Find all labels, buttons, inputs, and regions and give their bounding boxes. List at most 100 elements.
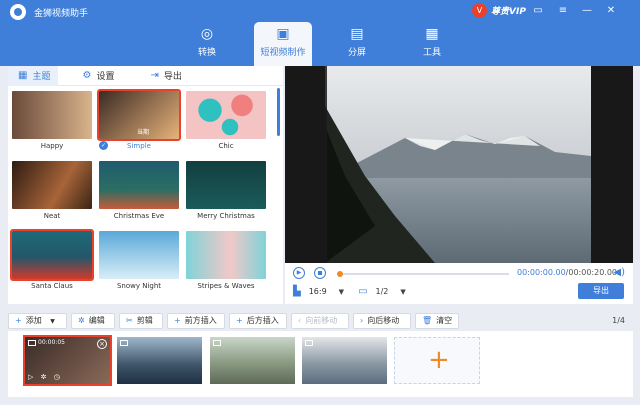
grid-icon: ▦ xyxy=(18,70,28,81)
theme-thumbnail xyxy=(186,161,266,209)
trim-button[interactable]: ✂ 剪辑 xyxy=(119,313,163,329)
volume-icon[interactable]: ◀) xyxy=(613,267,625,278)
clip-thumbnail xyxy=(302,337,387,384)
subtab-export[interactable]: ⇥ 导出 xyxy=(140,66,189,86)
clear-button[interactable]: 🗑 清空 xyxy=(415,313,459,329)
move-backward-icon: › xyxy=(360,316,364,325)
move-forward-button[interactable]: ‹ 向前移动 xyxy=(291,313,349,329)
app-window: 金狮视频助手 V 尊贵VIP ▭ ≡ — ✕ ◎ 转换 ▣ 短视频制作 ▤ 分屏… xyxy=(0,0,640,405)
tab-label: 转换 xyxy=(197,48,216,58)
aspect-ratio-select[interactable]: 16:9 xyxy=(309,287,327,296)
move-backward-label: 向后移动 xyxy=(367,316,400,325)
clip-duration: 00:00:05 xyxy=(38,339,65,346)
minimize-button[interactable]: — xyxy=(580,4,594,18)
close-button[interactable]: ✕ xyxy=(604,4,618,18)
seek-handle[interactable] xyxy=(337,271,343,277)
insert-after-icon: + xyxy=(236,316,243,325)
vip-label: 尊贵VIP xyxy=(491,7,526,17)
theme-card[interactable]: Happy xyxy=(12,91,92,150)
theme-thumbnail xyxy=(99,161,179,209)
theme-thumbnail xyxy=(12,161,92,209)
plus-icon: + xyxy=(15,316,22,325)
vip-status[interactable]: V 尊贵VIP xyxy=(472,3,526,18)
effect-icon[interactable]: ✲ xyxy=(41,373,47,381)
play-button[interactable]: ▶ xyxy=(293,267,305,279)
tab-tools[interactable]: ▦ 工具 xyxy=(403,22,461,66)
theme-scrollbar[interactable] xyxy=(277,88,280,136)
aspect-ratio-icon: ▙ xyxy=(293,286,301,297)
title-bar: 金狮视频助手 V 尊贵VIP ▭ ≡ — ✕ ◎ 转换 ▣ 短视频制作 ▤ 分屏… xyxy=(0,0,640,66)
page-indicator: 1/4 xyxy=(612,316,625,325)
move-forward-icon: ‹ xyxy=(298,316,302,325)
chevron-down-icon[interactable]: ▼ xyxy=(50,318,55,325)
theme-thumbnail xyxy=(10,229,94,281)
trim-label: 剪辑 xyxy=(136,316,153,325)
subtab-label: 导出 xyxy=(163,72,182,82)
add-button[interactable]: + 添加 ▼ xyxy=(8,313,67,329)
clock-icon[interactable]: ◷ xyxy=(54,373,60,381)
theme-card[interactable]: Stripes & Waves xyxy=(186,231,266,290)
insert-before-button[interactable]: + 前方插入 xyxy=(167,313,225,329)
theme-label: Snowy Night xyxy=(116,282,162,290)
theme-card[interactable]: Chic xyxy=(186,91,266,150)
video-preview[interactable] xyxy=(285,66,633,263)
clip-item[interactable] xyxy=(210,337,295,384)
preview-frame xyxy=(285,66,633,263)
add-clip-button[interactable]: + xyxy=(394,337,480,384)
stop-button[interactable] xyxy=(314,267,326,279)
theme-thumbnail xyxy=(186,91,266,139)
theme-card[interactable]: Merry Christmas xyxy=(186,161,266,220)
theme-thumbnail xyxy=(12,91,92,139)
total-time: 00:00:20.00 xyxy=(568,268,618,277)
aspect-controls: ▙ 16:9 ▼ ▭ 1/2 ▼ xyxy=(293,286,406,297)
theme-card[interactable]: Santa Claus xyxy=(10,229,94,290)
clip-item[interactable] xyxy=(117,337,202,384)
short-video-icon: ▣ xyxy=(276,26,290,42)
theme-card[interactable]: Neat xyxy=(12,161,92,220)
clip-item[interactable] xyxy=(302,337,387,384)
theme-thumbnail: 当期 xyxy=(97,89,181,141)
theme-label: Merry Christmas xyxy=(197,212,255,220)
app-title: 金狮视频助手 xyxy=(34,9,89,19)
edit-button[interactable]: ✲ 编辑 xyxy=(71,313,115,329)
toolbox-icon: ▦ xyxy=(425,26,439,42)
insert-before-label: 前方插入 xyxy=(184,316,217,325)
chevron-down-icon[interactable]: ▼ xyxy=(339,288,344,296)
move-backward-button[interactable]: › 向后移动 xyxy=(353,313,411,329)
scissors-icon: ✂ xyxy=(126,316,133,325)
theme-thumbnail xyxy=(186,231,266,279)
tab-convert[interactable]: ◎ 转换 xyxy=(178,22,236,66)
theme-label: Simple xyxy=(127,142,151,150)
seek-bar[interactable] xyxy=(337,271,509,277)
tab-label: 工具 xyxy=(422,48,441,58)
menu-icon[interactable]: ≡ xyxy=(556,4,570,18)
insert-after-button[interactable]: + 后方插入 xyxy=(229,313,287,329)
clip-item[interactable]: 00:00:05 × ▷ ✲ ◷ xyxy=(23,335,112,386)
theme-card[interactable]: Snowy Night xyxy=(99,231,179,290)
export-button[interactable]: 导出 xyxy=(578,283,624,299)
plus-icon: + xyxy=(428,345,450,375)
message-icon[interactable]: ▭ xyxy=(531,4,545,18)
subtab-theme[interactable]: ▦ 主题 xyxy=(8,65,59,86)
sub-tabs: ▦ 主题 ⚙ 设置 ⇥ 导出 xyxy=(8,65,283,86)
tab-split-screen[interactable]: ▤ 分屏 xyxy=(328,22,386,66)
layout-select[interactable]: 1/2 xyxy=(376,287,389,296)
play-icon[interactable]: ▷ xyxy=(28,373,33,381)
close-icon[interactable]: × xyxy=(97,339,107,349)
image-icon xyxy=(120,340,128,346)
tab-label: 分屏 xyxy=(347,48,366,58)
chevron-down-icon[interactable]: ▼ xyxy=(400,288,405,296)
subtab-settings[interactable]: ⚙ 设置 xyxy=(72,66,122,86)
theme-card[interactable]: Christmas Eve xyxy=(99,161,179,220)
theme-card-selected[interactable]: 当期 ✓ Simple xyxy=(97,89,181,150)
theme-thumbnail xyxy=(99,231,179,279)
insert-before-icon: + xyxy=(174,316,181,325)
edit-toolbar: + 添加 ▼ ✲ 编辑 ✂ 剪辑 + 前方插入 + 后方插入 ‹ 向前移动 › 向后移动 🗑 清… xyxy=(8,313,633,331)
timecode: 00:00:00.00/00:00:20.00 xyxy=(517,268,617,277)
magic-wand-icon: ✲ xyxy=(78,316,85,325)
theme-label: Christmas Eve xyxy=(113,212,165,220)
tab-short-video[interactable]: ▣ 短视频制作 xyxy=(254,22,312,66)
clip-thumbnail xyxy=(210,337,295,384)
gear-icon: ⚙ xyxy=(82,70,92,81)
monitor-icon: ▭ xyxy=(358,286,368,297)
